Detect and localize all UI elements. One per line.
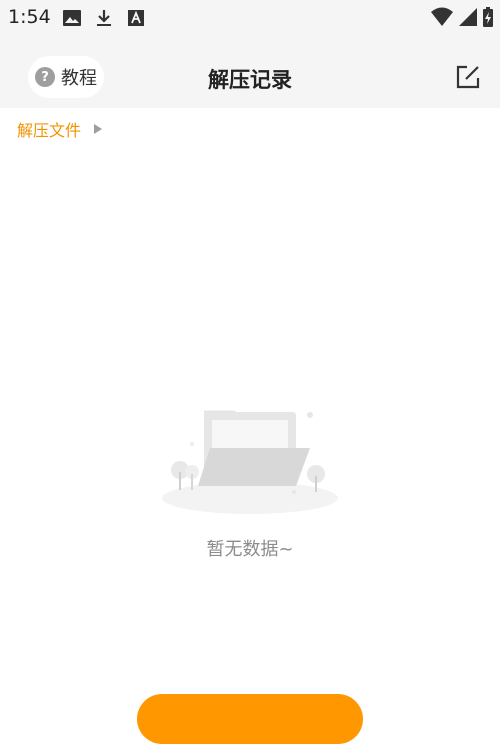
status-bar: 1:54 bbox=[0, 0, 500, 36]
breadcrumb-item-extracted-files[interactable]: 解压文件 bbox=[17, 117, 81, 141]
bottom-action-button[interactable] bbox=[137, 694, 363, 744]
app-bar: ? 教程 解压记录 bbox=[0, 36, 500, 108]
breadcrumb[interactable]: 解压文件 bbox=[17, 117, 103, 141]
status-time: 1:54 bbox=[8, 6, 51, 28]
status-icons-left bbox=[62, 8, 146, 28]
signal-icon bbox=[459, 8, 477, 26]
wifi-icon bbox=[431, 7, 453, 26]
image-icon bbox=[63, 10, 81, 26]
download-icon bbox=[97, 10, 111, 26]
empty-folder-illustration bbox=[162, 410, 338, 514]
page-title: 解压记录 bbox=[208, 68, 292, 92]
empty-message: 暂无数据~ bbox=[206, 539, 294, 560]
edit-icon[interactable] bbox=[454, 63, 482, 91]
status-icons-right bbox=[430, 6, 494, 28]
font-icon bbox=[128, 10, 144, 26]
battery-icon bbox=[483, 7, 493, 27]
play-right-icon bbox=[94, 124, 103, 134]
